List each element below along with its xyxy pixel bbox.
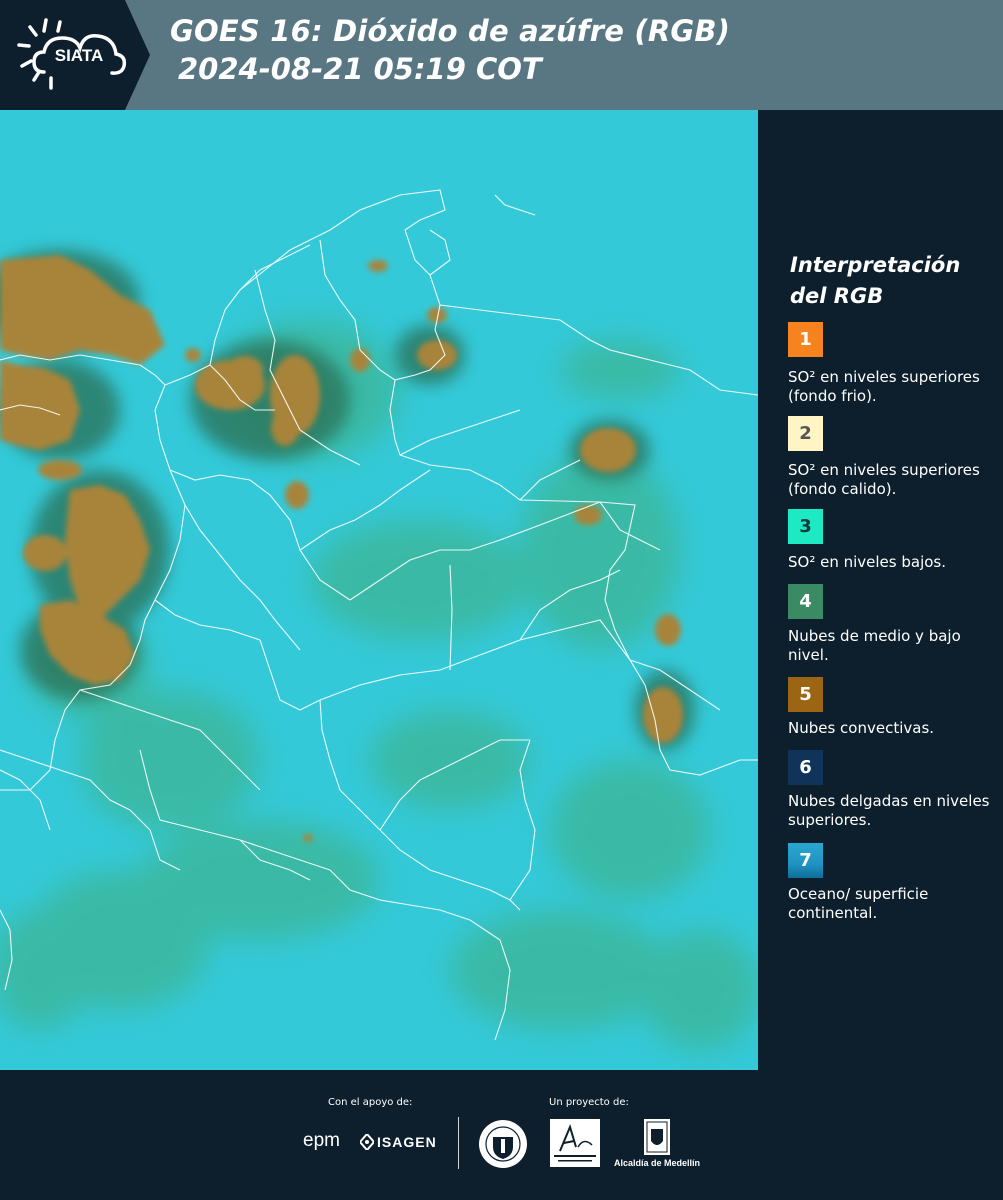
epm-logo: epm [303, 1130, 340, 1151]
legend-swatch-5: 5 [788, 677, 823, 712]
isagen-mark-icon [360, 1134, 374, 1150]
page-timestamp: 2024-08-21 05:19 COT [178, 52, 542, 86]
footer: Con el apoyo de: Un proyecto de: epm ISA… [0, 1070, 1003, 1200]
header-bar: SIATA GOES 16: Dióxido de azúfre (RGB) 2… [0, 0, 1003, 110]
legend-swatch-6: 6 [788, 750, 823, 785]
alcaldia-medellin-text: Alcaldía de Medellín [613, 1158, 701, 1168]
page-title: GOES 16: Dióxido de azúfre (RGB) [170, 14, 731, 48]
satellite-map[interactable] [0, 110, 758, 1070]
legend-label-3: SO² en niveles bajos. [788, 553, 947, 571]
siata-logo-text: SIATA [55, 46, 103, 65]
legend-label-1: SO² en niveles superiores (fondo frio). [788, 368, 980, 405]
legend-swatch-3: 3 [788, 509, 823, 544]
legend-label-4: Nubes de medio y bajo nivel. [788, 627, 961, 664]
legend-label-2: SO² en niveles superiores (fondo calido)… [788, 461, 980, 498]
legend-label-7: Oceano/ superficie continental. [788, 885, 929, 922]
legend-swatch-1: 1 [788, 322, 823, 357]
project-label: Un proyecto de: [549, 1097, 629, 1108]
legend-swatch-7: 7 [788, 843, 823, 878]
isagen-logo: ISAGEN [360, 1133, 442, 1153]
alcaldia-medellin-logo: Alcaldía de Medellín [612, 1119, 702, 1171]
legend-swatch-4: 4 [788, 584, 823, 619]
isagen-logo-text: ISAGEN [377, 1134, 437, 1150]
siata-logo: SIATA [0, 0, 150, 110]
footer-divider [458, 1117, 459, 1169]
legend-swatch-2: 2 [788, 416, 823, 451]
legend-title: Interpretación del RGB [790, 253, 961, 308]
support-label: Con el apoyo de: [328, 1097, 413, 1108]
area-metropolitana-logo [550, 1119, 600, 1167]
legend-label-5: Nubes convectivas. [788, 719, 935, 737]
legend-label-6: Nubes delgadas en niveles superiores. [788, 792, 990, 829]
medellin-seal-logo [478, 1119, 528, 1173]
legend-panel: Interpretación del RGB 1 SO² en niveles … [758, 110, 1003, 1070]
